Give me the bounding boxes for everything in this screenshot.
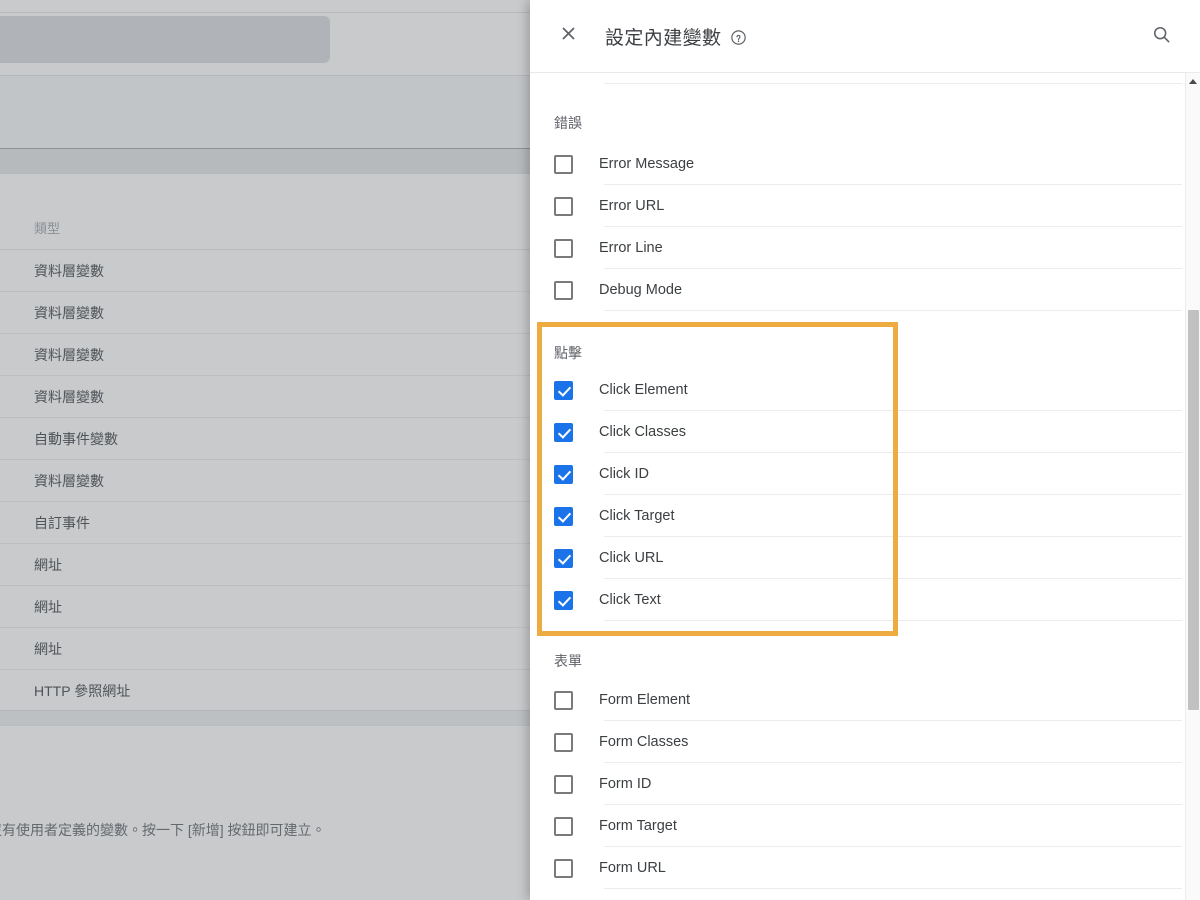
variable-row-click-classes[interactable]: Click Classes	[554, 411, 1182, 453]
background-divider	[0, 173, 540, 174]
checkbox-click-classes[interactable]	[554, 422, 573, 442]
variable-label: Error URL	[599, 198, 665, 214]
checkbox-click-url[interactable]	[554, 548, 573, 568]
table-row[interactable]: 資料層變數	[0, 460, 540, 502]
checkbox-click-id[interactable]	[554, 464, 573, 484]
variable-label: Click ID	[599, 466, 649, 482]
panel-scrollbar[interactable]	[1185, 73, 1200, 900]
variable-label: Error Message	[599, 156, 695, 172]
variable-label: Error Line	[599, 240, 663, 256]
checkbox-form-classes[interactable]	[554, 732, 573, 752]
background-top-strip	[0, 0, 540, 13]
screen: 類型 資料層變數 資料層變數 資料層變數 資料層變數 自動事件變數 資料層變數 …	[0, 0, 1200, 900]
background-variables-table: 類型 資料層變數 資料層變數 資料層變數 資料層變數 自動事件變數 資料層變數 …	[0, 208, 540, 712]
background-search-bar[interactable]	[0, 16, 330, 63]
builtin-variables-panel: 設定內建變數 錯誤 Error Message Error URL Error …	[530, 0, 1200, 900]
variable-label: Form ID	[599, 776, 652, 792]
variable-label: Click Element	[599, 382, 688, 398]
search-icon	[1151, 24, 1172, 50]
table-header-type: 類型	[0, 208, 540, 250]
checkbox-error-message[interactable]	[554, 154, 573, 174]
background-empty-state-note: 容器沒有使用者定義的變數。按一下 [新增] 按鈕即可建立。	[0, 822, 326, 838]
checkbox-error-line[interactable]	[554, 238, 573, 258]
background-band	[0, 149, 540, 173]
help-circle-icon[interactable]	[730, 29, 747, 46]
variable-row-click-element[interactable]: Click Element	[554, 369, 1182, 411]
variable-label: Click Target	[599, 508, 675, 524]
row-divider	[604, 888, 1182, 889]
variable-label: Form URL	[599, 860, 666, 876]
variable-row-error-line[interactable]: Error Line	[554, 227, 1182, 269]
variable-label: Click URL	[599, 550, 664, 566]
table-row[interactable]: 資料層變數	[0, 376, 540, 418]
variable-row-form-classes[interactable]: Form Classes	[554, 721, 1182, 763]
checkbox-error-url[interactable]	[554, 196, 573, 216]
variable-label: Form Target	[599, 818, 677, 834]
checkbox-click-element[interactable]	[554, 380, 573, 400]
panel-body: 錯誤 Error Message Error URL Error Line De…	[530, 73, 1200, 900]
variable-label: Form Element	[599, 692, 691, 708]
checkbox-debug-mode[interactable]	[554, 280, 573, 300]
table-row[interactable]: 自訂事件	[0, 502, 540, 544]
table-row[interactable]: 網址	[0, 586, 540, 628]
group-title-error: 錯誤	[554, 115, 582, 131]
variable-label: Click Classes	[599, 424, 687, 440]
table-row[interactable]: 網址	[0, 544, 540, 586]
table-row[interactable]: 自動事件變數	[0, 418, 540, 460]
row-divider	[604, 620, 1182, 621]
variable-label: Debug Mode	[599, 282, 683, 298]
variable-row-form-element[interactable]: Form Element	[554, 679, 1182, 721]
checkbox-click-text[interactable]	[554, 590, 573, 610]
variable-row-click-id[interactable]: Click ID	[554, 453, 1182, 495]
checkbox-click-target[interactable]	[554, 506, 573, 526]
panel-header: 設定內建變數	[530, 0, 1200, 73]
group-title-click: 點擊	[554, 345, 582, 361]
group-title-form: 表單	[554, 653, 582, 669]
scrolled-row-divider	[604, 83, 1182, 84]
search-button[interactable]	[1140, 16, 1182, 58]
variable-row-click-target[interactable]: Click Target	[554, 495, 1182, 537]
checkbox-form-id[interactable]	[554, 774, 573, 794]
triangle-up-icon[interactable]	[1189, 79, 1197, 84]
variable-row-click-text[interactable]: Click Text	[554, 579, 1182, 621]
row-divider	[604, 310, 1182, 311]
table-row[interactable]: HTTP 參照網址	[0, 670, 540, 712]
table-row[interactable]: 資料層變數	[0, 292, 540, 334]
variable-row-click-url[interactable]: Click URL	[554, 537, 1182, 579]
variable-label: Click Text	[599, 592, 661, 608]
background-page: 類型 資料層變數 資料層變數 資料層變數 資料層變數 自動事件變數 資料層變數 …	[0, 0, 540, 900]
background-section-break	[0, 710, 540, 726]
background-band	[0, 76, 540, 148]
variable-row-error-url[interactable]: Error URL	[554, 185, 1182, 227]
checkbox-form-element[interactable]	[554, 690, 573, 710]
checkbox-form-target[interactable]	[554, 816, 573, 836]
table-row[interactable]: 資料層變數	[0, 250, 540, 292]
scrollbar-thumb[interactable]	[1188, 310, 1199, 710]
close-icon	[558, 23, 579, 49]
variable-row-form-id[interactable]: Form ID	[554, 763, 1182, 805]
panel-title: 設定內建變數	[605, 27, 722, 49]
table-row[interactable]: 網址	[0, 628, 540, 670]
variable-label: Form Classes	[599, 734, 689, 750]
table-row[interactable]: 資料層變數	[0, 334, 540, 376]
variable-row-error-message[interactable]: Error Message	[554, 143, 1182, 185]
variable-row-form-target[interactable]: Form Target	[554, 805, 1182, 847]
variable-row-debug-mode[interactable]: Debug Mode	[554, 269, 1182, 311]
checkbox-form-url[interactable]	[554, 858, 573, 878]
close-button[interactable]	[547, 15, 589, 57]
variable-row-form-url[interactable]: Form URL	[554, 847, 1182, 889]
